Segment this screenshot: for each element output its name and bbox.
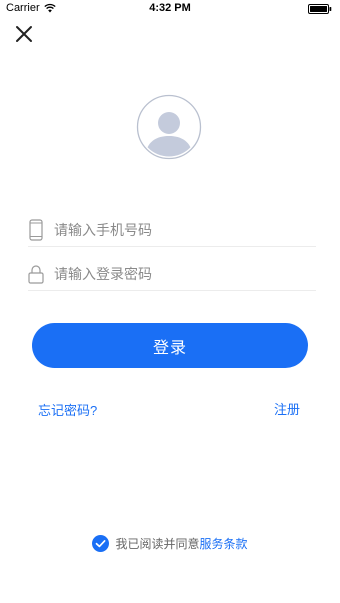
phone-field-row — [28, 214, 316, 247]
agreement-row: 我已阅读并同意 服务条款 — [0, 535, 340, 552]
login-screen: Carrier 4:32 PM 请输入手机号码 登录 忘记密码? 注册 我已阅读… — [0, 0, 340, 603]
agreement-text: 我已阅读并同意 — [115, 537, 200, 551]
user-avatar-icon — [136, 94, 202, 160]
phone-icon — [28, 218, 44, 242]
lock-icon — [28, 262, 44, 286]
checkbox-checked-icon[interactable] — [92, 535, 110, 552]
login-button[interactable]: 登录 — [32, 323, 308, 368]
password-field-row — [28, 258, 316, 291]
status-bar: Carrier 4:32 PM — [0, 0, 340, 18]
register-link[interactable]: 注册 — [274, 399, 300, 418]
status-time: 4:32 PM — [149, 2, 191, 14]
terms-of-service-link[interactable]: 服务条款 — [200, 535, 248, 552]
password-input[interactable] — [54, 262, 304, 286]
forgot-password-link[interactable]: 忘记密码? — [38, 400, 97, 419]
battery-icon — [308, 4, 332, 14]
close-icon[interactable] — [14, 24, 34, 44]
phone-input[interactable] — [54, 218, 304, 242]
